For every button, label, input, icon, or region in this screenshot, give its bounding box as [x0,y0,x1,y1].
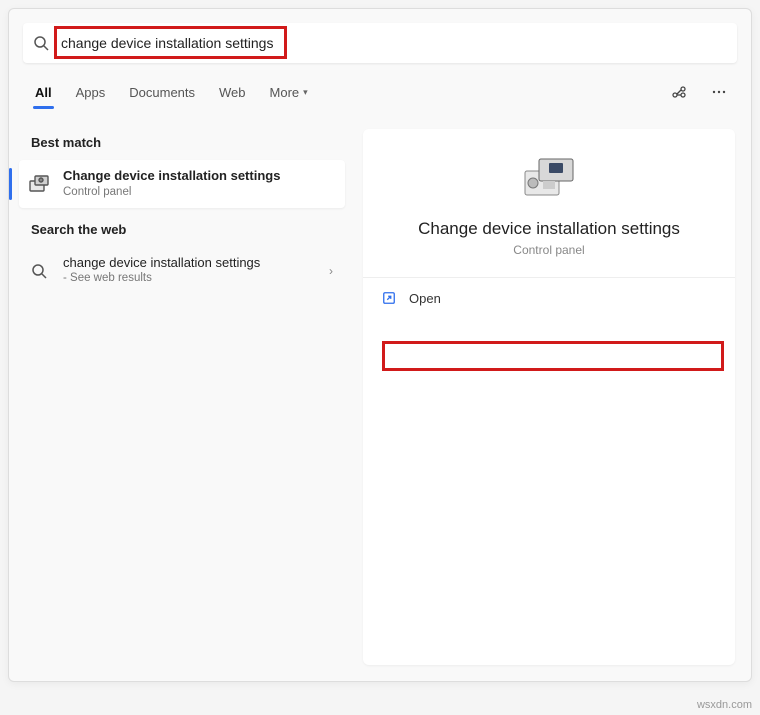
preview-card: Change device installation settings Cont… [363,129,735,665]
filter-tabs: All Apps Documents Web More ▾ [9,71,751,113]
tab-apps[interactable]: Apps [64,71,118,113]
best-match-title: Change device installation settings [63,168,337,184]
search-web-heading: Search the web [9,208,355,247]
more-options-icon[interactable] [707,80,731,104]
best-match-text: Change device installation settings Cont… [63,168,337,200]
search-icon [33,35,49,51]
tab-more-label: More [270,85,300,100]
open-external-icon [381,290,397,306]
device-settings-icon [27,172,51,196]
tab-all[interactable]: All [23,71,64,113]
open-action[interactable]: Open [363,278,735,318]
tab-apps-label: Apps [76,85,106,100]
best-match-result[interactable]: Change device installation settings Cont… [19,160,345,208]
share-icon[interactable] [667,80,691,104]
chevron-down-icon: ▾ [303,87,308,98]
tab-web[interactable]: Web [207,71,258,113]
search-input[interactable] [59,34,727,52]
search-bar[interactable] [23,23,737,63]
web-result[interactable]: change device installation settings - Se… [9,247,355,295]
tab-documents-label: Documents [129,85,195,100]
tab-more[interactable]: More ▾ [258,71,320,113]
tab-web-label: Web [219,85,246,100]
content-area: Best match Change device installation se… [9,113,751,681]
search-icon [27,259,51,283]
chevron-right-icon: › [325,264,337,278]
best-match-heading: Best match [9,121,355,160]
results-pane: Best match Change device installation se… [9,113,355,681]
web-result-subtitle: - See web results [63,270,325,286]
preview-title: Change device installation settings [383,219,715,239]
watermark: wsxdn.com [697,699,752,711]
preview-pane: Change device installation settings Cont… [355,113,751,681]
tab-all-label: All [35,85,52,100]
best-match-subtitle: Control panel [63,184,337,200]
open-label: Open [409,291,441,306]
web-result-title: change device installation settings [63,255,325,271]
device-settings-large-icon [519,153,579,201]
preview-subtitle: Control panel [363,243,735,257]
tab-documents[interactable]: Documents [117,71,207,113]
search-window: All Apps Documents Web More ▾ Best [8,8,752,682]
web-result-text: change device installation settings - Se… [63,255,325,287]
